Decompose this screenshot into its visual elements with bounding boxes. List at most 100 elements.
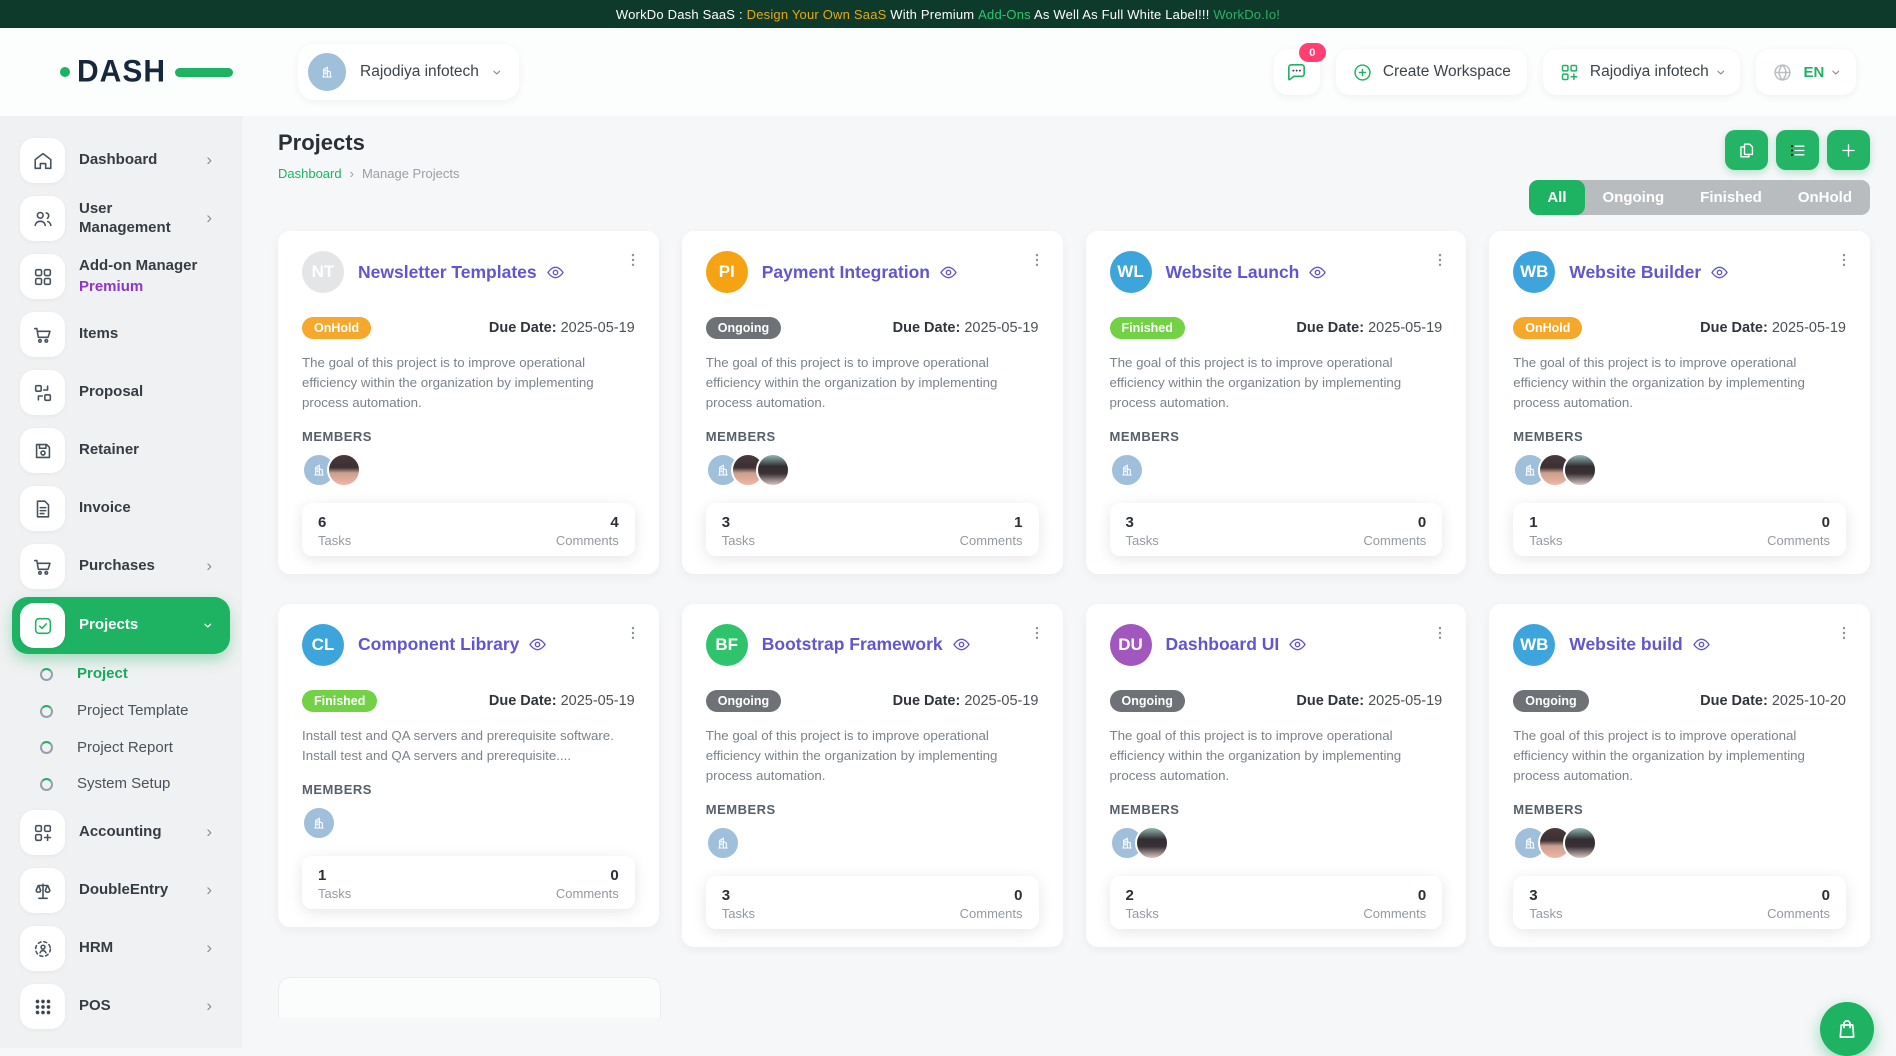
card-menu-button[interactable] [1025,247,1049,273]
messages-button[interactable]: 0 [1274,49,1320,95]
project-avatar: CL [302,624,344,666]
company-logo [302,806,336,840]
sidebar-item[interactable]: DoubleEntry [12,863,230,918]
project-avatar: NT [302,251,344,293]
project-card: WB Website build Ongoing Due Date: 2025-… [1489,604,1870,947]
kebab-icon [624,251,642,269]
add-project-button[interactable] [1827,130,1870,170]
sidebar-item[interactable]: Projects [12,597,230,654]
sidebar-item-label: POS [79,997,111,1016]
due-date: Due Date: 2025-05-19 [893,693,1039,709]
eye-icon [1692,635,1711,654]
filter-tab[interactable]: Finished [1682,180,1780,215]
workspace-select-name: Rajodiya infotech [1590,63,1709,81]
create-workspace-button[interactable]: Create Workspace [1336,49,1527,95]
member-avatars [302,453,635,487]
filter-tab[interactable]: OnHold [1780,180,1870,215]
promo-banner-segment: As Well As Full White Label!!! [1031,7,1213,22]
sidebar-item[interactable]: Project Report [26,731,230,766]
sidebar-item[interactable]: System Setup [26,767,230,802]
project-title-link[interactable]: Payment Integration [762,262,958,283]
list-view-button[interactable] [1776,130,1819,170]
tasks-count: 1 [1529,514,1562,531]
sidebar-item-icon [20,544,65,589]
sidebar-item-label: Retainer [79,441,139,460]
sidebar-item[interactable]: HRM [12,921,230,976]
due-date: Due Date: 2025-05-19 [489,320,635,336]
project-title-link[interactable]: Website Launch [1166,262,1328,283]
bullet-icon [40,778,53,791]
comments-label: Comments [960,906,1023,921]
sidebar-item[interactable]: Project Template [26,694,230,729]
status-badge: Finished [302,690,377,712]
tasks-count: 2 [1126,887,1159,904]
card-menu-button[interactable] [1832,620,1856,646]
eye-icon [939,263,958,282]
card-menu-button[interactable] [1428,620,1452,646]
sidebar-item[interactable]: Proposal [12,365,230,420]
sidebar-item[interactable]: Add-on Manager Premium [12,249,230,304]
filter-tab[interactable]: All [1529,180,1584,215]
next-row-card-partial [278,977,661,1018]
project-title-link[interactable]: Component Library [358,634,547,655]
kebab-icon [1835,624,1853,642]
kebab-icon [1028,624,1046,642]
breadcrumb-link[interactable]: Dashboard [278,166,342,181]
eye-icon [1308,263,1327,282]
members-label: MEMBERS [302,429,635,444]
sidebar-item[interactable]: POS [12,979,230,1034]
promo-banner-segment: With Premium [887,7,979,22]
project-description: The goal of this project is to improve o… [1513,726,1846,786]
card-menu-button[interactable] [621,620,645,646]
member-photo-2 [1135,826,1169,860]
globe-icon [1772,62,1793,83]
promo-banner-segment: Add-Ons [978,7,1031,22]
sidebar-item-icon [20,254,65,299]
workspace-select[interactable]: Rajodiya infotech [1543,49,1741,95]
logo-dot-icon [60,67,70,77]
sidebar-item[interactable]: Invoice [12,481,230,536]
card-menu-button[interactable] [621,247,645,273]
project-avatar: DU [1110,624,1152,666]
sidebar-item[interactable]: Accounting [12,805,230,860]
template-button[interactable] [1725,130,1768,170]
tasks-label: Tasks [318,533,351,548]
project-card: PI Payment Integration Ongoing Due Date:… [682,231,1063,574]
sidebar-item[interactable]: Purchases [12,539,230,594]
member-avatars [1110,826,1443,860]
chevron-down-icon [1713,69,1730,75]
member-avatars [1110,453,1443,487]
members-label: MEMBERS [706,802,1039,817]
project-title-link[interactable]: Dashboard UI [1166,634,1308,655]
workspace-avatar [306,51,348,93]
sidebar-item[interactable]: Retainer [12,423,230,478]
due-date: Due Date: 2025-05-19 [1296,693,1442,709]
members-label: MEMBERS [302,782,635,797]
project-title-link[interactable]: Website build [1569,634,1710,655]
comments-count: 0 [1822,887,1830,904]
card-menu-button[interactable] [1428,247,1452,273]
project-title-link[interactable]: Website Builder [1569,262,1729,283]
kebab-icon [1431,251,1449,269]
card-menu-button[interactable] [1832,247,1856,273]
workspace-name: Rajodiya infotech [360,63,479,81]
member-avatars [1513,826,1846,860]
project-title-link[interactable]: Newsletter Templates [358,262,565,283]
sidebar-item-icon [20,926,65,971]
eye-icon [528,635,547,654]
sidebar-item[interactable]: Dashboard [12,133,230,188]
comments-count: 0 [1014,887,1022,904]
premium-tag: Premium [79,278,197,297]
sidebar-item[interactable]: User Management [12,191,230,246]
due-date: Due Date: 2025-05-19 [1700,320,1846,336]
sidebar-item[interactable]: Items [12,307,230,362]
project-title-link[interactable]: Bootstrap Framework [762,634,971,655]
language-select[interactable]: EN [1756,49,1856,95]
sidebar-item[interactable]: Project [26,657,230,692]
shopping-bag-icon [1835,1017,1859,1041]
status-badge: Ongoing [706,317,781,339]
workspace-pill[interactable]: Rajodiya infotech [298,44,519,100]
sidebar-item-icon [20,810,65,855]
card-menu-button[interactable] [1025,620,1049,646]
filter-tab[interactable]: Ongoing [1585,180,1683,215]
